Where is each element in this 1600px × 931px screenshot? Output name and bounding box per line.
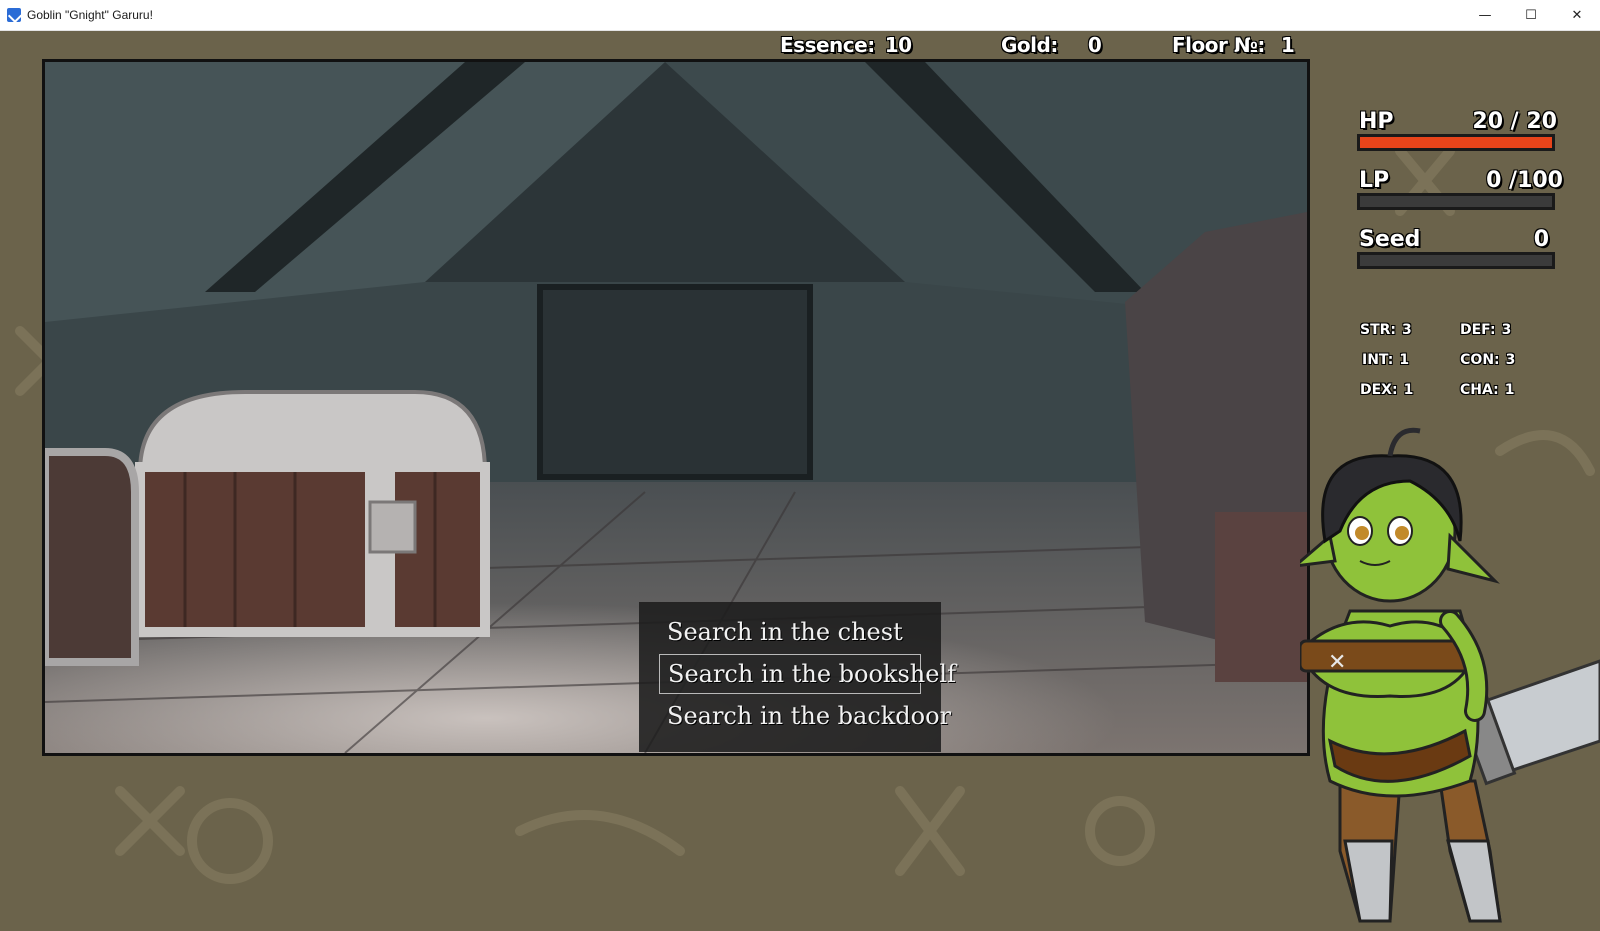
stat-str-value: 3	[1402, 322, 1412, 338]
goblin-character-portrait: ✕	[1300, 427, 1600, 923]
window-controls: — ☐ ✕	[1462, 0, 1600, 31]
stat-dex-value: 1	[1403, 382, 1414, 398]
stat-cha-value: 1	[1504, 382, 1515, 398]
stat-con: CON: 3	[1460, 352, 1560, 382]
stat-int-label: INT:	[1362, 352, 1394, 368]
minimize-button[interactable]: —	[1462, 0, 1508, 31]
chest	[135, 390, 490, 637]
stat-def-value: 3	[1501, 322, 1512, 338]
essence-value: 10	[884, 33, 912, 57]
stat-def-label: DEF:	[1460, 322, 1496, 338]
choice-menu: Search in the chest Search in the booksh…	[639, 602, 956, 752]
gold-counter: Gold: 0	[1001, 33, 1102, 57]
essence-counter: Essence: 10	[780, 33, 912, 57]
seed-label: Seed	[1359, 227, 1421, 252]
gold-value: 0	[1087, 33, 1102, 57]
seed-bar: Seed 0	[1357, 227, 1557, 269]
stat-cha-label: CHA:	[1460, 382, 1499, 398]
stat-str-label: STR:	[1360, 322, 1397, 338]
hp-bar-track	[1357, 134, 1555, 151]
stat-con-value: 3	[1505, 352, 1516, 368]
close-button[interactable]: ✕	[1554, 0, 1600, 31]
maximize-button[interactable]: ☐	[1508, 0, 1554, 31]
stat-con-label: CON:	[1460, 352, 1500, 368]
svg-text:✕: ✕	[1328, 650, 1346, 675]
floor-value: 1	[1280, 33, 1295, 57]
hp-label: HP	[1359, 109, 1394, 134]
game-area: Essence: 10 Gold: 0 Floor №: 1 Search in…	[0, 31, 1600, 931]
lp-label: LP	[1359, 168, 1390, 193]
choice-search-backdoor[interactable]: Search in the backdoor	[659, 696, 951, 736]
stat-int-value: 1	[1399, 352, 1410, 368]
floor-label: Floor №:	[1172, 33, 1265, 57]
floor-counter: Floor №: 1	[1172, 33, 1295, 57]
seed-value: 0	[1533, 227, 1549, 252]
window-title: Goblin "Gnight" Garuru!	[27, 8, 153, 22]
hp-bar: HP 20 / 20	[1357, 109, 1557, 151]
gold-label: Gold:	[1001, 33, 1058, 57]
seed-bar-track	[1357, 252, 1555, 269]
choice-search-chest[interactable]: Search in the chest	[659, 612, 921, 652]
lp-value: 0 /100	[1486, 168, 1563, 193]
stat-cha: CHA: 1	[1460, 382, 1560, 412]
essence-label: Essence:	[780, 33, 875, 57]
stat-dex: DEX: 1	[1360, 382, 1460, 412]
lp-bar-track	[1357, 193, 1555, 210]
lp-bar: LP 0 /100	[1357, 168, 1563, 210]
choice-search-bookshelf[interactable]: Search in the bookshelf	[659, 654, 956, 694]
stats-panel: STR: 3 DEF: 3 INT: 1 CON: 3 DEX: 1 CHA: 1	[1360, 322, 1560, 412]
window-titlebar: Goblin "Gnight" Garuru! — ☐ ✕	[0, 0, 1600, 31]
app-icon	[7, 8, 21, 22]
stat-def: DEF: 3	[1460, 322, 1560, 352]
stat-str: STR: 3	[1360, 322, 1460, 352]
hp-bar-fill	[1360, 137, 1552, 148]
stat-int: INT: 1	[1360, 352, 1460, 382]
scene-view: Search in the chest Search in the booksh…	[42, 59, 1310, 756]
hp-value: 20 / 20	[1472, 109, 1557, 134]
stat-dex-label: DEX:	[1360, 382, 1398, 398]
